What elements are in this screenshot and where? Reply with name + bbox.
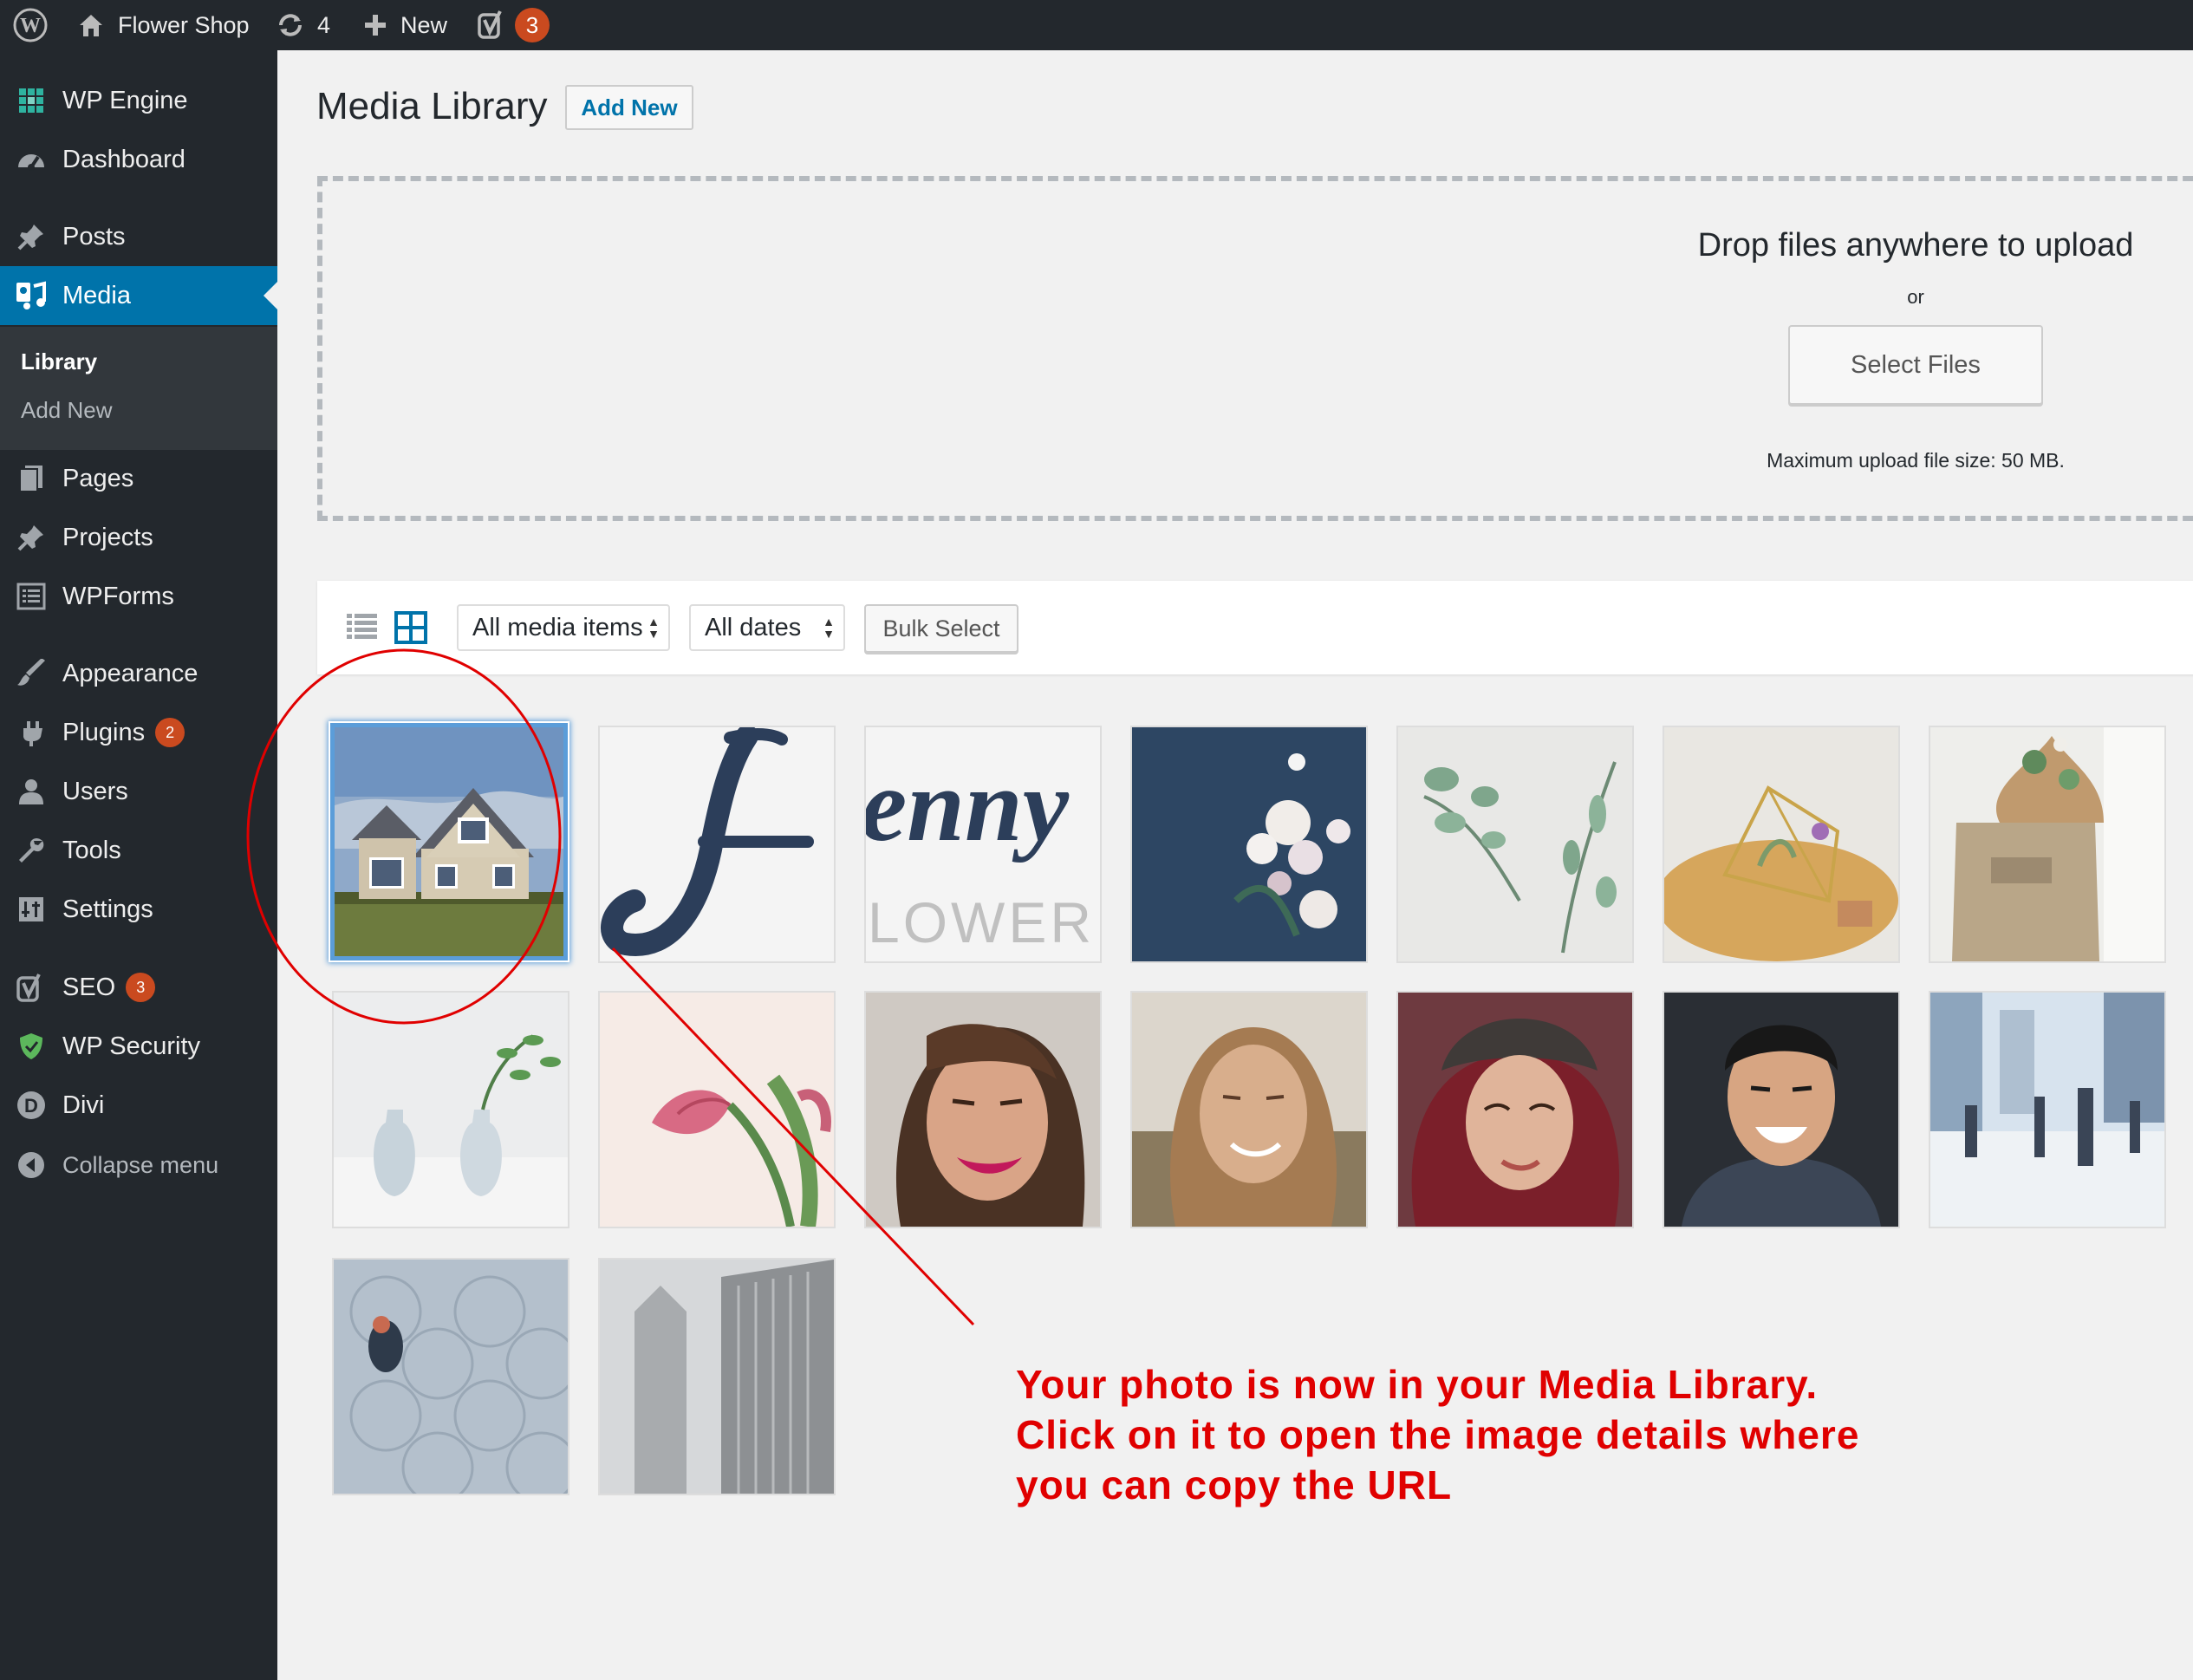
callout-line — [611, 947, 975, 1326]
annotation-line: Your photo is now in your Media Library. — [1016, 1362, 1819, 1407]
annotation-line: Click on it to open the image details wh… — [1016, 1412, 1860, 1457]
annotation-line: you can copy the URL — [1016, 1462, 1453, 1507]
highlight-circle — [246, 648, 562, 1025]
annotation-text: Your photo is now in your Media Library.… — [1016, 1359, 1883, 1510]
